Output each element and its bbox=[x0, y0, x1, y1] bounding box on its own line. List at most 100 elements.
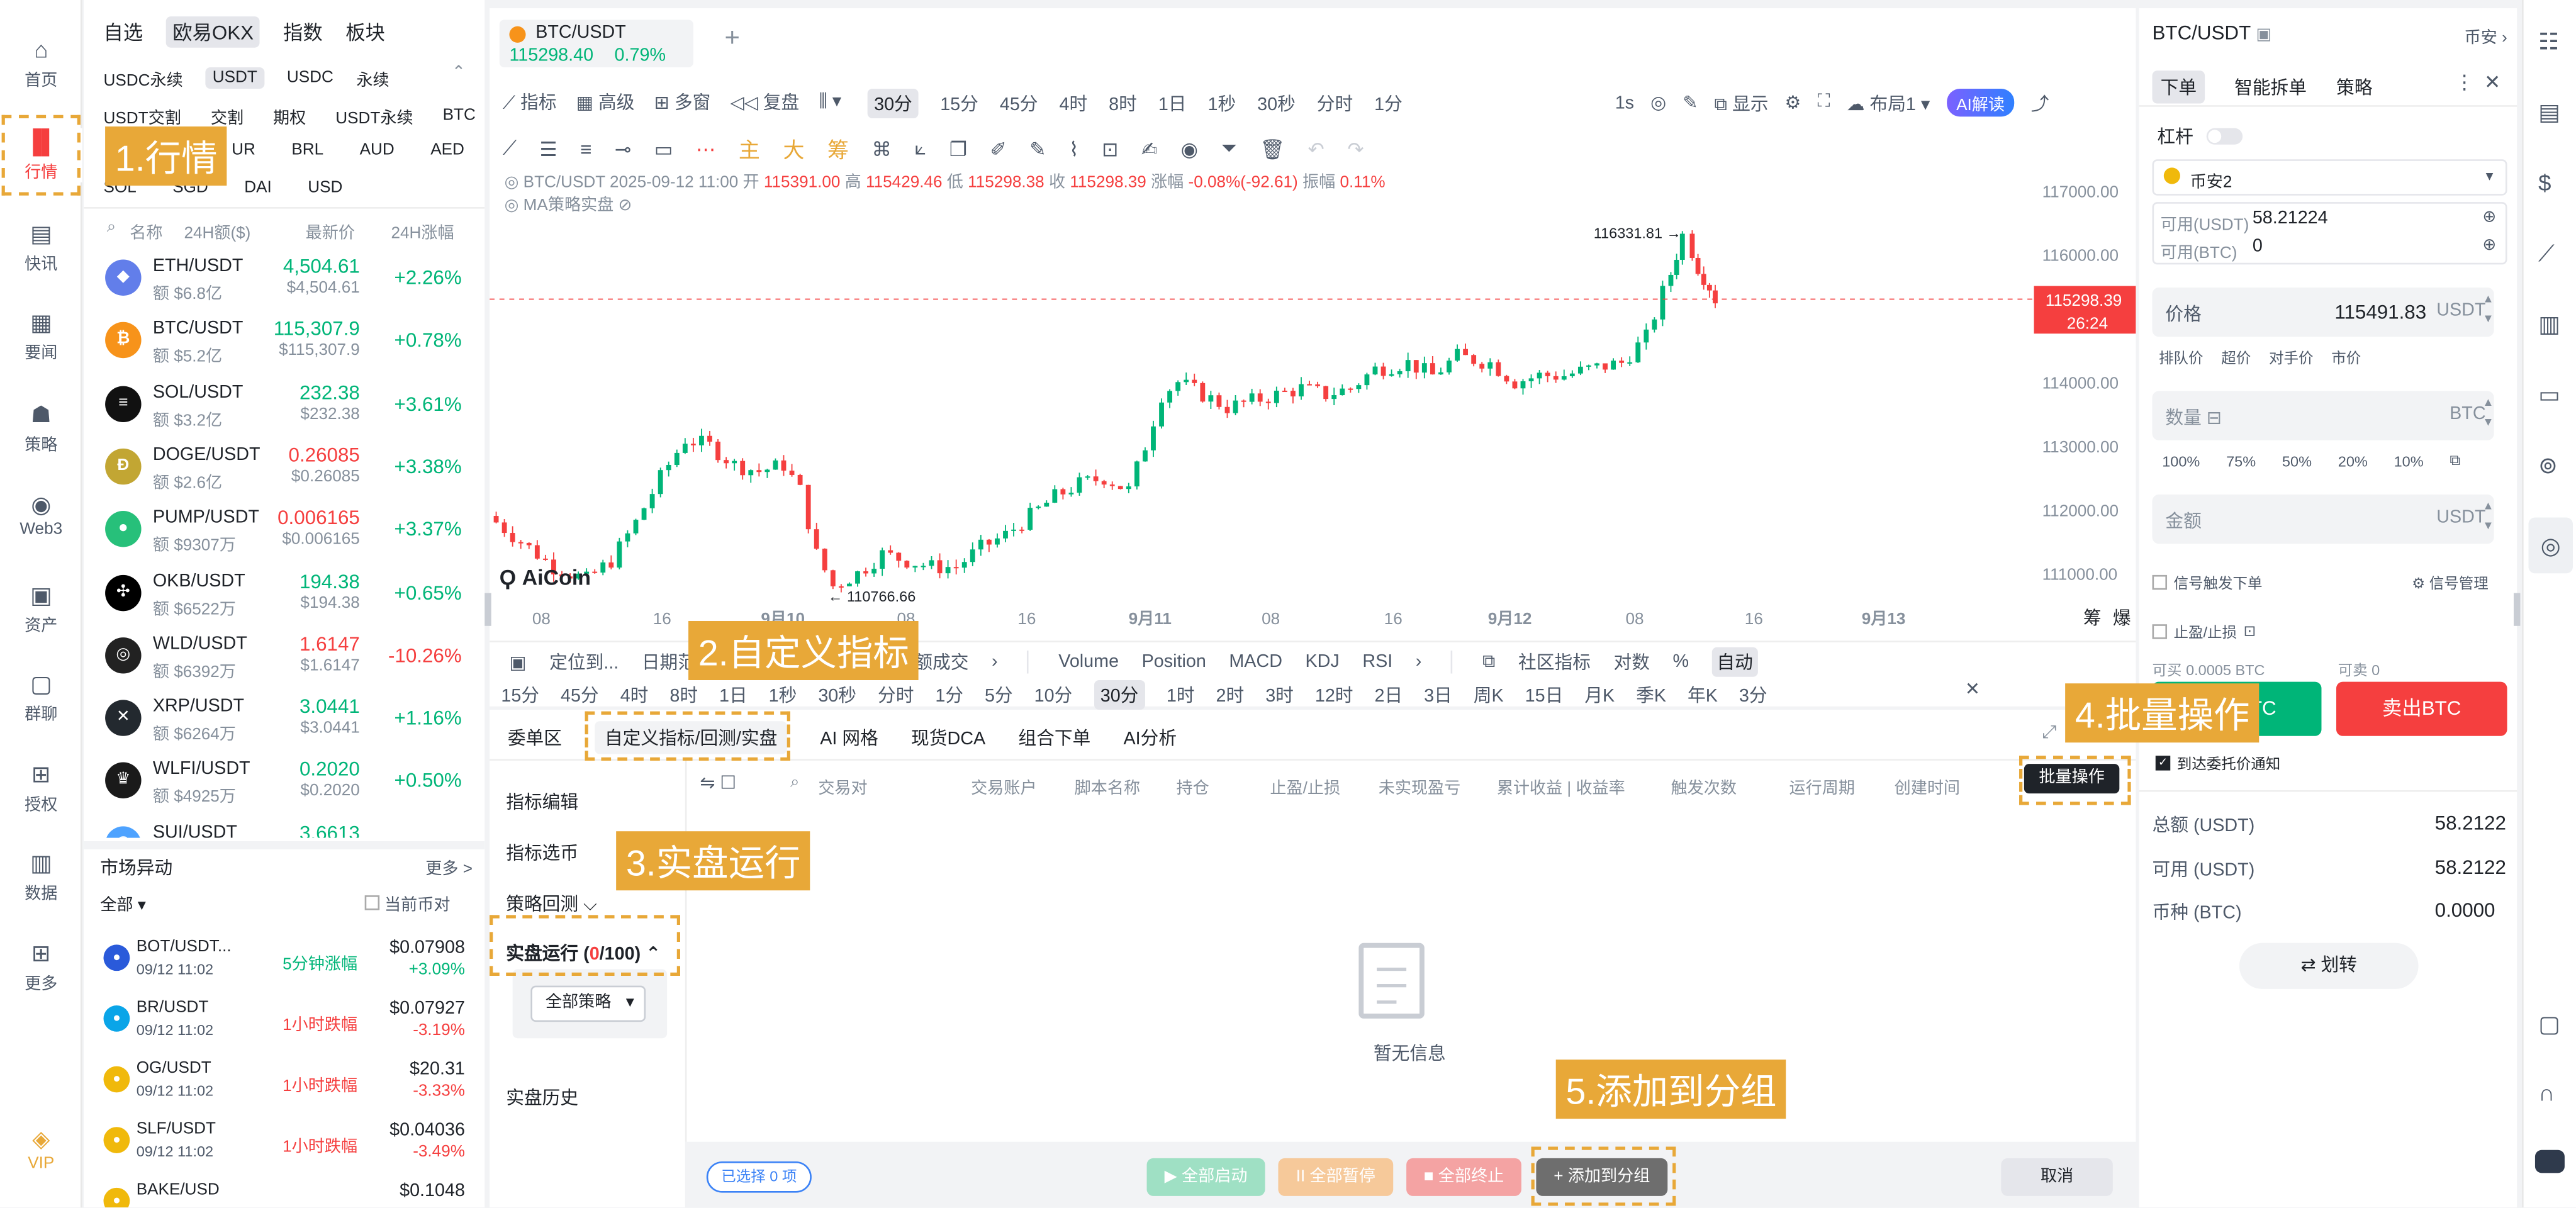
edit-icon[interactable]: ⧉ bbox=[2450, 452, 2460, 470]
chevron-right-icon[interactable]: › bbox=[992, 652, 998, 672]
interval2-14[interactable]: 3时 bbox=[1265, 682, 1294, 708]
column-header[interactable]: 运行周期 bbox=[1789, 774, 1854, 798]
percent-option[interactable]: 75% bbox=[2226, 452, 2256, 469]
nav-item-11[interactable]: ◈ VIP bbox=[0, 1126, 82, 1173]
interval2-8[interactable]: 1分 bbox=[935, 682, 963, 708]
column-header[interactable]: 交易账户 bbox=[971, 774, 1036, 798]
nav-item-2[interactable]: ▤ 快讯 bbox=[0, 220, 82, 274]
add-usdt-icon[interactable]: ⊕ bbox=[2482, 209, 2496, 227]
market-sub2-0[interactable]: USDT交割 bbox=[103, 103, 181, 128]
bottom-tab-2[interactable]: AI 网格 bbox=[820, 724, 878, 751]
pair-tab[interactable]: BTC/USDT 115298.40 0.79% bbox=[499, 20, 693, 68]
current-pair-checkbox[interactable]: 当前币对 bbox=[364, 890, 450, 915]
market-sub3-0[interactable]: UR bbox=[232, 142, 255, 160]
trend-chart-icon[interactable]: ⟋ bbox=[2538, 240, 2555, 267]
bottom-tab-4[interactable]: 组合下单 bbox=[1018, 724, 1090, 751]
market-row[interactable]: ✣ OKB/USDT 额 $6522万 194.38 $194.38 +0.65% bbox=[84, 561, 484, 624]
market-sub1-3[interactable]: 永续 bbox=[356, 65, 389, 91]
interval-6[interactable]: 1秒 bbox=[1207, 91, 1236, 117]
toolbar-multi-window[interactable]: ⊞ 多窗 bbox=[654, 89, 711, 115]
col-price[interactable]: 最新价 bbox=[306, 218, 355, 243]
share-icon[interactable]: ⤴ bbox=[2031, 89, 2049, 116]
ai-interpret-badge[interactable]: AI解读 bbox=[1946, 88, 2015, 117]
interval2-17[interactable]: 3日 bbox=[1424, 682, 1452, 708]
nav-item-3[interactable]: ▦ 要闻 bbox=[0, 309, 82, 363]
mover-row[interactable]: ● OG/USDT 09/12 11:02 1小时跌幅 $20.31 -3.33% bbox=[84, 1049, 484, 1112]
bar-chart-icon[interactable]: ▥ bbox=[2538, 310, 2560, 338]
more-menu-icon[interactable]: ⋮ bbox=[2455, 70, 2474, 94]
chevron-right-icon[interactable]: › bbox=[1416, 652, 1422, 672]
left-collapse-handle[interactable] bbox=[484, 593, 491, 626]
percent-option[interactable]: 10% bbox=[2394, 452, 2424, 469]
mover-row[interactable]: ● BOT/USDT... 09/12 11:02 5分钟涨幅 $0.07908 +3.0… bbox=[84, 928, 484, 990]
indicator-8[interactable]: MACD bbox=[1229, 652, 1282, 672]
all-strategies-select[interactable]: 全部策略 ▾ bbox=[530, 985, 646, 1022]
bottom-tab-3[interactable]: 现货DCA bbox=[911, 724, 985, 751]
indicator-10[interactable]: RSI bbox=[1362, 652, 1392, 672]
interval2-5[interactable]: 1秒 bbox=[769, 682, 797, 708]
market-tab-0[interactable]: 自选 bbox=[103, 18, 143, 46]
amount-input[interactable]: 金额 USDT ▲ ▼ bbox=[2152, 494, 2494, 544]
interval2-9[interactable]: 5分 bbox=[985, 682, 1013, 708]
market-sub2-1[interactable]: 交割 bbox=[211, 103, 244, 128]
right-collapse-handle[interactable] bbox=[2513, 593, 2521, 626]
percent-option[interactable]: 50% bbox=[2282, 452, 2312, 469]
market-sub2-4[interactable]: BTC bbox=[443, 107, 476, 125]
interval2-13[interactable]: 2时 bbox=[1216, 682, 1245, 708]
strategy-sidebar-item-0[interactable]: 指标编辑 bbox=[490, 783, 683, 819]
exchange-selector[interactable]: 币安 › bbox=[2465, 23, 2507, 48]
sell-button[interactable]: 卖出BTC bbox=[2336, 681, 2507, 736]
settings-icon[interactable]: ⚙ bbox=[1785, 92, 1801, 113]
interval2-16[interactable]: 2日 bbox=[1375, 682, 1403, 708]
eye-icon[interactable]: ◉ bbox=[1181, 137, 1198, 160]
chart-type-icon[interactable]: ⫼ ▾ bbox=[819, 91, 842, 114]
column-header[interactable]: 脚本名称 bbox=[1075, 774, 1140, 798]
interval2-6[interactable]: 30秒 bbox=[818, 682, 856, 708]
nav-item-7[interactable]: ▢ 群聊 bbox=[0, 670, 82, 724]
expand-icon[interactable]: ⤢ bbox=[2042, 723, 2057, 744]
edit-icon[interactable]: ✍ bbox=[1141, 137, 1158, 160]
market-sub3-3[interactable]: AED bbox=[430, 142, 464, 160]
chip-toggle[interactable]: 筹 bbox=[827, 133, 849, 164]
indicator-14[interactable]: 自动 bbox=[1711, 647, 1758, 677]
indicator-13[interactable]: % bbox=[1673, 652, 1689, 672]
bottom-tab-5[interactable]: AI分析 bbox=[1124, 724, 1177, 751]
start-all-button[interactable]: ▶ 全部启动 bbox=[1146, 1158, 1265, 1196]
interval-5[interactable]: 1日 bbox=[1158, 91, 1187, 117]
column-header[interactable]: 未实现盈亏 bbox=[1379, 774, 1461, 798]
market-row[interactable]: ✕ XRP/USDT 额 $6264万 3.0441 $3.0441 +1.16% bbox=[84, 687, 484, 749]
interval-4[interactable]: 8时 bbox=[1109, 91, 1137, 117]
toolbar-replay[interactable]: ◁◁ 复盘 bbox=[731, 89, 800, 115]
redo-icon[interactable]: ↷ bbox=[1347, 137, 1364, 160]
nav-item-0[interactable]: ⌂ 首页 bbox=[0, 36, 82, 90]
cancel-button[interactable]: 取消 bbox=[2001, 1158, 2113, 1196]
interval2-10[interactable]: 10分 bbox=[1034, 682, 1073, 708]
magnet-icon[interactable]: ⌘ bbox=[872, 137, 892, 160]
brush-icon[interactable]: ✐ bbox=[990, 137, 1006, 160]
toolbar-indicator[interactable]: ⟋ 指标 bbox=[503, 89, 557, 115]
movers-filter[interactable]: 全部 ▾ bbox=[100, 890, 146, 915]
interval-2[interactable]: 45分 bbox=[1000, 91, 1038, 117]
card-icon[interactable]: ▭ bbox=[2538, 381, 2560, 409]
filter-icon[interactable]: ⏷ bbox=[1221, 137, 1237, 161]
market-tab-2[interactable]: 指数 bbox=[283, 18, 323, 46]
account-select[interactable]: 币安2 ▾ bbox=[2152, 159, 2507, 196]
add-tab-icon[interactable]: + bbox=[724, 25, 739, 54]
quantity-input[interactable]: 数量 ⊟ BTC ▲ ▼ bbox=[2152, 391, 2494, 440]
interval-7[interactable]: 30秒 bbox=[1257, 91, 1296, 117]
market-sub2-2[interactable]: 期权 bbox=[273, 103, 306, 128]
pen-icon[interactable]: ✎ bbox=[1683, 92, 1698, 113]
price-input[interactable]: 价格 115491.83 USDT ▲ ▼ bbox=[2152, 287, 2494, 337]
nav-item-6[interactable]: ▣ 资产 bbox=[0, 581, 82, 635]
interval2-19[interactable]: 15日 bbox=[1525, 682, 1564, 708]
resolution-label[interactable]: 1s bbox=[1615, 93, 1634, 113]
strategy-bot-icon[interactable]: ◎ bbox=[2528, 517, 2573, 574]
price-option[interactable]: 市价 bbox=[2331, 347, 2361, 368]
trade-tab-2[interactable]: 策略 bbox=[2336, 74, 2372, 100]
interval2-7[interactable]: 分时 bbox=[878, 682, 914, 708]
dollar-doc-icon[interactable]: $ bbox=[2538, 169, 2551, 196]
interval2-11[interactable]: 30分 bbox=[1094, 680, 1145, 710]
dots-tool-icon[interactable]: ⋯ bbox=[696, 137, 715, 160]
bottom-tab-0[interactable]: 委单区 bbox=[508, 724, 562, 751]
market-row[interactable]: ◎ WLD/USDT 额 $6392万 1.6147 $1.6147 -10.26% bbox=[84, 624, 484, 686]
